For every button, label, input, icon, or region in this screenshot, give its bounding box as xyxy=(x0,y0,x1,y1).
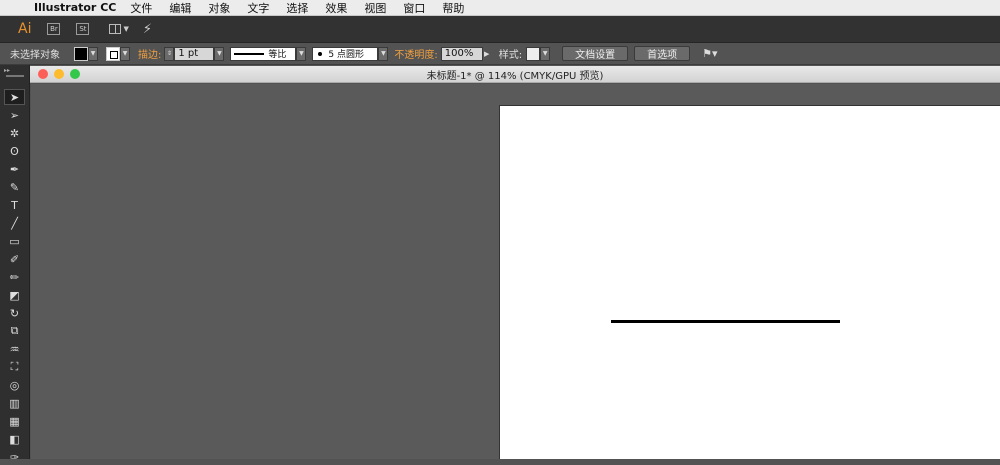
menu-type[interactable]: 文字 xyxy=(247,0,269,16)
brush-dot-icon xyxy=(318,51,323,56)
menu-edit[interactable]: 编辑 xyxy=(169,0,191,16)
pencil-tool-icon[interactable]: ✏ xyxy=(4,269,25,285)
line-segment-tool-icon[interactable]: ╱ xyxy=(4,215,25,231)
chevron-down-icon[interactable]: ▼ xyxy=(88,46,98,61)
pen-tool-icon[interactable]: ✒ xyxy=(4,161,25,177)
tools-panel: ▸▸ ➤ ➢ ✲ ʘ ✒ ✎ T ╱ ▭ ✐ ✏ ◩ ↻ ⧉ ♒ ⛶ ◎ ▥ ▦… xyxy=(0,65,30,464)
opacity-slider-arrow-icon[interactable]: ▶ xyxy=(483,47,491,61)
menu-object[interactable]: 对象 xyxy=(208,0,230,16)
menu-help[interactable]: 帮助 xyxy=(442,0,464,16)
menu-view[interactable]: 视图 xyxy=(364,0,386,16)
arrange-documents-icon[interactable]: ⚑▾ xyxy=(702,47,717,60)
brush-definition[interactable]: 5 点圆形 xyxy=(312,46,379,61)
chevron-down-icon[interactable]: ▼ xyxy=(214,46,225,61)
chevron-down-icon[interactable]: ▼ xyxy=(540,46,551,61)
chevron-down-icon[interactable]: ▼ xyxy=(120,46,130,61)
stroke-weight-field[interactable]: 1 pt xyxy=(174,46,215,61)
style-swatch[interactable] xyxy=(526,46,541,61)
shape-builder-tool-icon[interactable]: ◎ xyxy=(4,377,25,393)
warp-tool-icon[interactable]: ♒ xyxy=(4,341,25,357)
stroke-swatch[interactable] xyxy=(106,46,120,61)
application-bar: Ai Br St ▼ ⚡ xyxy=(0,16,1000,43)
menu-effect[interactable]: 效果 xyxy=(325,0,347,16)
curvature-tool-icon[interactable]: ✎ xyxy=(4,179,25,195)
stroke-label[interactable]: 描边: xyxy=(138,46,161,61)
artboard[interactable] xyxy=(499,105,1000,459)
paintbrush-tool-icon[interactable]: ✐ xyxy=(4,251,25,267)
menu-file[interactable]: 文件 xyxy=(130,0,152,16)
lasso-tool-icon[interactable]: ʘ xyxy=(4,143,25,159)
magic-wand-tool-icon[interactable]: ✲ xyxy=(4,125,25,141)
fill-swatch[interactable] xyxy=(74,46,88,61)
stroke-stepper[interactable]: ⇕ xyxy=(164,46,175,61)
opacity-field[interactable]: 100% xyxy=(440,46,483,61)
chart-tool-icon[interactable]: ▥ xyxy=(4,395,25,411)
chevron-down-icon[interactable]: ▼ xyxy=(296,46,307,61)
eraser-tool-icon[interactable]: ◩ xyxy=(4,287,25,303)
rotate-tool-icon[interactable]: ↻ xyxy=(4,305,25,321)
variable-width-profile[interactable]: 等比 xyxy=(230,46,297,61)
opacity-label[interactable]: 不透明度: xyxy=(394,46,437,61)
control-bar: 未选择对象 ▼ ▼ 描边: ⇕ 1 pt ▼ 等比 ▼ 5 点圆形 ▼ 不透明度… xyxy=(0,43,1000,65)
stroke-color-control[interactable]: ▼ xyxy=(106,46,130,61)
free-transform-tool-icon[interactable]: ⛶ xyxy=(4,359,25,375)
drawn-line-path[interactable] xyxy=(611,320,840,323)
scale-tool-icon[interactable]: ⧉ xyxy=(4,323,25,339)
gpu-performance-icon[interactable]: ⚡ xyxy=(143,22,152,37)
illustrator-logo: Ai xyxy=(18,21,32,37)
gradient-tool-icon[interactable]: ◧ xyxy=(4,431,25,447)
style-label: 样式: xyxy=(498,50,523,61)
menu-window[interactable]: 窗口 xyxy=(403,0,425,16)
profile-line-preview xyxy=(234,52,265,55)
selection-status: 未选择对象 xyxy=(10,50,60,61)
preferences-button[interactable]: 首选项 xyxy=(634,46,691,61)
direct-selection-tool-icon[interactable]: ➢ xyxy=(4,107,25,123)
panel-collapse-icon[interactable]: ▸▸ xyxy=(4,67,10,74)
bridge-icon[interactable]: Br xyxy=(47,23,61,35)
stock-icon[interactable]: St xyxy=(76,23,90,35)
eyedropper-tool-icon[interactable]: ✑ xyxy=(4,449,25,465)
type-tool-icon[interactable]: T xyxy=(4,197,25,213)
chevron-down-icon[interactable]: ▼ xyxy=(378,46,389,61)
rectangle-tool-icon[interactable]: ▭ xyxy=(4,233,25,249)
canvas-area[interactable] xyxy=(31,84,1000,459)
fill-color-control[interactable]: ▼ xyxy=(74,46,98,61)
panel-grip[interactable] xyxy=(6,75,24,77)
menu-select[interactable]: 选择 xyxy=(286,0,308,16)
menu-app-name[interactable]: Illustrator CC xyxy=(34,1,116,14)
document-setup-button[interactable]: 文档设置 xyxy=(562,46,629,61)
selection-tool-icon[interactable]: ➤ xyxy=(4,89,25,105)
document-title-bar[interactable]: 未标题-1* @ 114% (CMYK/GPU 预览) xyxy=(30,66,1000,83)
profile-label: 等比 xyxy=(268,50,287,60)
document-title: 未标题-1* @ 114% (CMYK/GPU 预览) xyxy=(426,70,604,82)
workspace-layout-icon[interactable]: ▼ xyxy=(109,24,129,34)
mesh-tool-icon[interactable]: ▦ xyxy=(4,413,25,429)
brush-label: 5 点圆形 xyxy=(328,50,364,60)
menu-bar: Illustrator CC 文件 编辑 对象 文字 选择 效果 视图 窗口 帮… xyxy=(0,0,1000,16)
